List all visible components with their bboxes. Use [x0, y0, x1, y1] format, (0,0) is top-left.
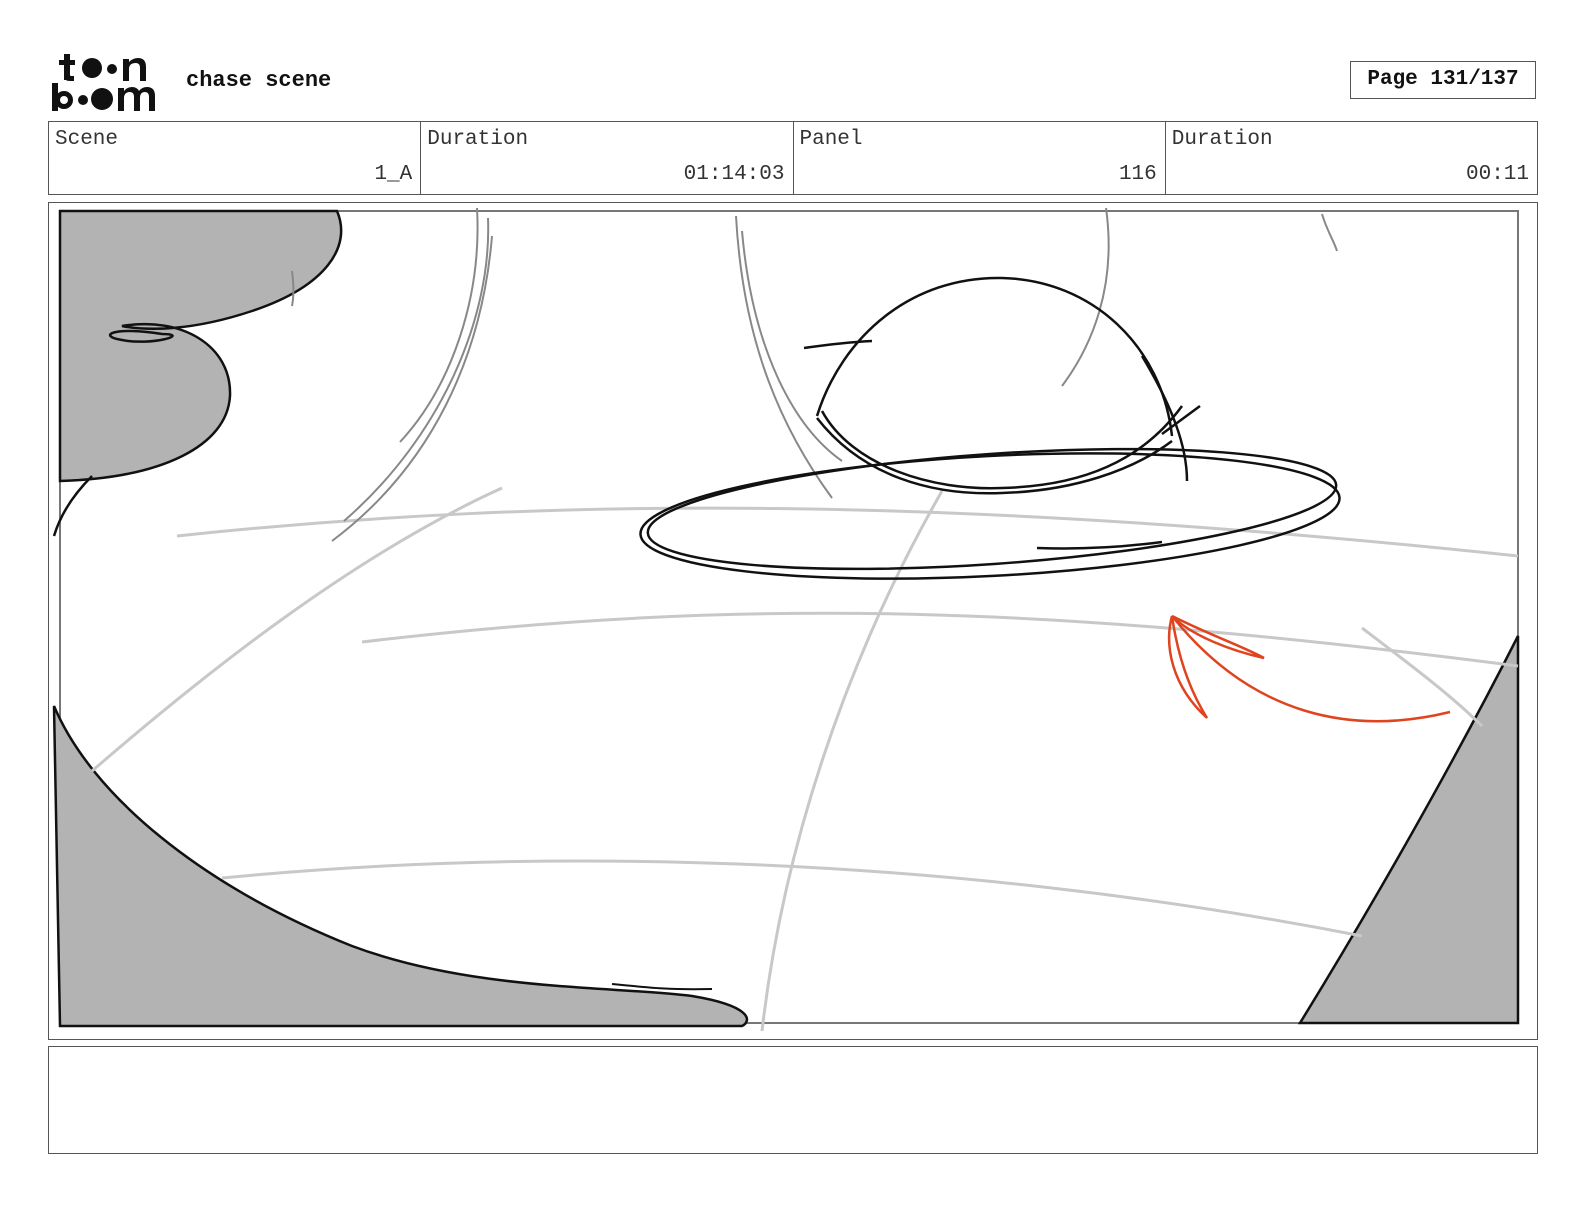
hat-sketch: [639, 276, 1341, 580]
scene-duration-value: 01:14:03: [683, 163, 785, 186]
shadow-top-left: [58, 209, 343, 483]
page-number: Page 131/137: [1350, 61, 1536, 99]
scene-value: 1_A: [374, 163, 413, 186]
toon-boom-logo: [52, 54, 155, 111]
scene-cell: Scene 1_A: [49, 122, 422, 194]
storyboard-info-row: Scene 1_A Duration 01:14:03 Panel 116 Du…: [48, 121, 1538, 195]
panel-drawing: [52, 207, 1520, 1032]
shadow-bottom-left-stroke: [611, 983, 713, 991]
panel-cell: Panel 116: [794, 122, 1166, 194]
panel-safe-border: [59, 210, 1519, 1024]
panel-duration-label: Duration: [1171, 128, 1273, 151]
document-title: chase scene: [186, 68, 332, 93]
scene-duration-cell: Duration 01:14:03: [421, 122, 794, 194]
panel-label: Panel: [799, 128, 863, 151]
scene-duration-label: Duration: [427, 128, 529, 151]
scene-label: Scene: [55, 128, 119, 151]
panel-duration-value: 00:11: [1465, 163, 1529, 186]
panel-value: 116: [1118, 163, 1157, 186]
shadow-bottom-right: [1297, 635, 1520, 1025]
panel-duration-cell: Duration 00:11: [1166, 122, 1537, 194]
panel-notes-box: [48, 1046, 1538, 1154]
